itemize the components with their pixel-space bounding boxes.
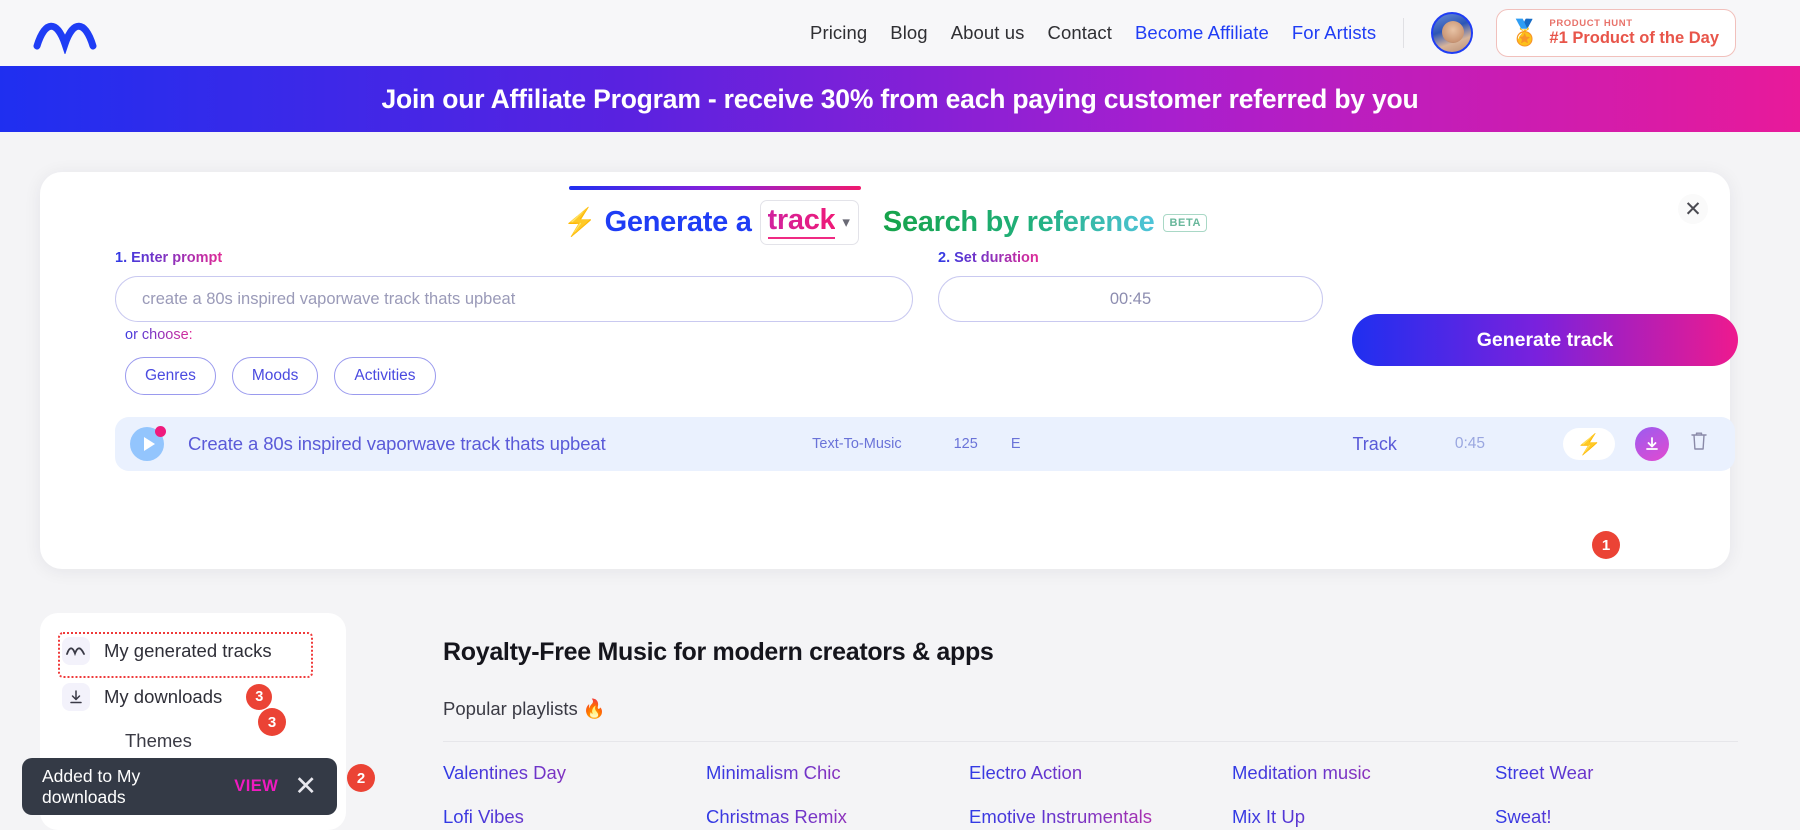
nav-link-contact[interactable]: Contact [1048, 22, 1112, 44]
playlist-grid: Valentines Day Minimalism Chic Electro A… [443, 762, 1743, 828]
downloads-count-badge: 3 [246, 684, 273, 710]
track-row[interactable]: Create a 80s inspired vaporwave track th… [115, 417, 1735, 471]
tab-generate-a-track[interactable]: ⚡ Generate a track ▾ [559, 186, 863, 251]
nav-links: Pricing Blog About us Contact Become Aff… [810, 0, 1737, 66]
track-type: Text-To-Music [812, 436, 902, 452]
play-triangle [143, 437, 155, 451]
nav-link-pricing[interactable]: Pricing [810, 22, 867, 44]
nav-link-about-us[interactable]: About us [951, 22, 1025, 44]
tab-generate-label: Generate a [604, 206, 752, 238]
close-icon[interactable]: ✕ [294, 773, 317, 800]
track-kind: Track [1352, 433, 1397, 454]
chevron-down-icon: ▾ [842, 213, 850, 231]
download-icon [62, 683, 90, 711]
playlist-link-meditation-music[interactable]: Meditation music [1232, 762, 1495, 784]
playlist-link-valentines-day[interactable]: Valentines Day [443, 762, 706, 784]
top-navigation-bar: Pricing Blog About us Contact Become Aff… [0, 0, 1800, 66]
or-choose-label: or choose: [125, 327, 193, 343]
prompt-label: 1. Enter prompt [115, 250, 223, 266]
sidebar-label-my-downloads: My downloads [104, 686, 223, 707]
prompt-placeholder: create a 80s inspired vaporwave track th… [142, 289, 516, 308]
avatar[interactable] [1431, 12, 1474, 54]
tab-search-label: Search by reference [882, 206, 1155, 238]
generator-card: ✕ ⚡ Generate a track ▾ Search by referen… [40, 172, 1738, 569]
playlist-link-electro-action[interactable]: Electro Action [969, 762, 1232, 784]
lightning-bolt-icon[interactable]: ⚡ [1563, 428, 1615, 460]
main-content: Royalty-Free Music for modern creators &… [443, 638, 1743, 828]
trash-icon[interactable] [1689, 430, 1709, 458]
nav-link-for-artists[interactable]: For Artists [1292, 22, 1376, 44]
duration-input[interactable]: 00:45 [938, 276, 1323, 322]
toast-view-button[interactable]: VIEW [234, 777, 278, 796]
medal-icon: 🏅 [1509, 18, 1541, 47]
chip-activities[interactable]: Activities [334, 357, 436, 395]
generator-tabs: ⚡ Generate a track ▾ Search by reference… [40, 186, 1730, 251]
playlist-link-mix-it-up[interactable]: Mix It Up [1232, 806, 1495, 828]
popular-playlists-heading: Popular playlists 🔥 [443, 698, 606, 719]
playlist-link-street-wear[interactable]: Street Wear [1495, 762, 1758, 784]
lightning-bolt-icon: ⚡ [562, 207, 597, 237]
prompt-input[interactable]: create a 80s inspired vaporwave track th… [115, 276, 913, 322]
playlist-link-christmas-remix[interactable]: Christmas Remix [706, 806, 969, 828]
track-title: Create a 80s inspired vaporwave track th… [188, 433, 606, 454]
chip-genres[interactable]: Genres [125, 357, 216, 395]
sidebar-label-my-generated-tracks: My generated tracks [104, 640, 272, 661]
duration-value: 00:45 [1109, 289, 1152, 308]
step-marker-3: 3 [258, 708, 286, 736]
sidebar-label-themes[interactable]: Themes [40, 730, 346, 752]
playlist-link-sweat[interactable]: Sweat! [1495, 806, 1758, 828]
track-type-select[interactable]: track ▾ [759, 200, 859, 245]
nav-link-become-affiliate[interactable]: Become Affiliate [1135, 22, 1269, 44]
category-chips: Genres Moods Activities [125, 357, 436, 395]
track-key: E [1010, 436, 1021, 452]
product-hunt-text: PRODUCT HUNT #1 Product of the Day [1549, 18, 1719, 48]
tab-search-by-reference[interactable]: Search by reference BETA [879, 192, 1211, 245]
track-meta: Text-To-Music 125 E Track 0:45 ⚡ [812, 427, 1735, 461]
playlist-link-emotive-instrumentals[interactable]: Emotive Instrumentals [969, 806, 1232, 828]
track-duration: 0:45 [1454, 435, 1485, 452]
divider [443, 741, 1738, 742]
toast-message: Added to My downloads [42, 765, 141, 807]
track-type-value: track [767, 204, 836, 239]
sidebar-item-my-generated-tracks[interactable]: My generated tracks [40, 628, 346, 674]
affiliate-banner[interactable]: Join our Affiliate Program - receive 30%… [0, 66, 1800, 132]
product-hunt-top-label: PRODUCT HUNT [1549, 18, 1633, 29]
affiliate-banner-text: Join our Affiliate Program - receive 30%… [381, 83, 1419, 114]
nav-divider [1403, 18, 1405, 48]
playlist-link-lofi-vibes[interactable]: Lofi Vibes [443, 806, 706, 828]
chip-moods[interactable]: Moods [231, 357, 319, 395]
new-track-dot [155, 426, 166, 437]
waveform-logo-icon[interactable] [33, 14, 125, 56]
toast-notification: Added to My downloads VIEW ✕ [22, 758, 337, 815]
waveform-icon [62, 637, 90, 665]
step-marker-1: 1 [1592, 531, 1620, 559]
track-row-actions: ⚡ [1563, 427, 1709, 461]
page-title: Royalty-Free Music for modern creators &… [443, 638, 994, 666]
page-root: Pricing Blog About us Contact Become Aff… [0, 0, 1800, 830]
nav-link-blog[interactable]: Blog [890, 22, 927, 44]
play-icon[interactable] [130, 426, 166, 461]
product-hunt-badge[interactable]: 🏅 PRODUCT HUNT #1 Product of the Day [1496, 9, 1737, 57]
step-marker-2: 2 [347, 764, 375, 792]
download-icon[interactable] [1635, 427, 1669, 461]
playlist-link-minimalism-chic[interactable]: Minimalism Chic [706, 762, 969, 784]
duration-label: 2. Set duration [938, 250, 1039, 266]
track-bpm: 125 [953, 436, 978, 452]
beta-badge: BETA [1163, 214, 1208, 232]
active-tab-underline [568, 186, 861, 190]
sidebar-item-my-downloads[interactable]: My downloads 3 [40, 674, 346, 720]
generate-track-button[interactable]: Generate track [1352, 314, 1738, 366]
product-hunt-main-label: #1 Product of the Day [1549, 29, 1720, 47]
